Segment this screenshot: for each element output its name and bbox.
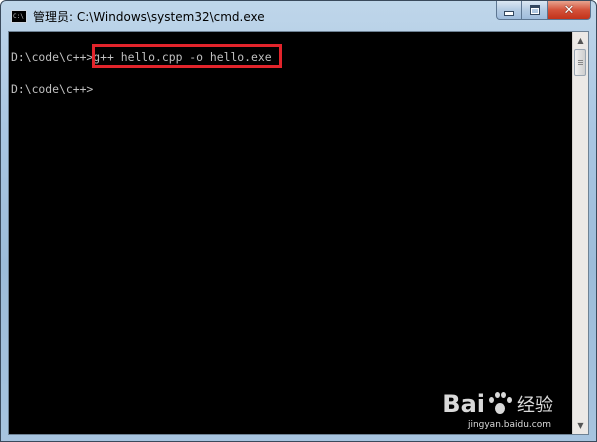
cmd-window: C:\ 管理员: C:\Windows\system32\cmd.exe ✕ D… xyxy=(0,0,597,442)
cmd-app-icon[interactable]: C:\ xyxy=(11,10,27,23)
title-bar[interactable]: C:\ 管理员: C:\Windows\system32\cmd.exe ✕ xyxy=(1,1,596,31)
console-output[interactable]: D:\code\c++>g++ hello.cpp -o hello.exe D… xyxy=(9,32,573,434)
scroll-down-button[interactable]: ▼ xyxy=(573,418,588,433)
console-line-2: D:\code\c++> xyxy=(11,83,93,96)
vertical-scrollbar[interactable]: ▲ ▼ xyxy=(572,32,588,434)
maximize-button[interactable] xyxy=(522,1,548,20)
thumb-grip-line xyxy=(578,60,583,61)
console-client-area: D:\code\c++>g++ hello.cpp -o hello.exe D… xyxy=(8,31,589,435)
watermark-sub-text: 经验 xyxy=(517,395,553,416)
close-icon: ✕ xyxy=(563,2,575,18)
thumb-grip-line xyxy=(578,64,583,65)
minimize-button[interactable] xyxy=(496,1,522,20)
close-button[interactable]: ✕ xyxy=(548,1,591,20)
scroll-thumb[interactable] xyxy=(574,49,586,76)
watermark-url: jingyan.baidu.com xyxy=(467,420,551,430)
scroll-up-button[interactable]: ▲ xyxy=(573,33,588,48)
thumb-grip-line xyxy=(578,62,583,63)
command-highlight-box xyxy=(92,44,282,68)
scroll-up-icon: ▲ xyxy=(577,35,584,45)
window-title: 管理员: C:\Windows\system32\cmd.exe xyxy=(33,10,265,24)
minimize-icon xyxy=(504,10,514,16)
watermark-brand-text: Bai xyxy=(442,390,485,418)
maximize-icon xyxy=(529,5,540,15)
scroll-down-icon: ▼ xyxy=(577,420,584,430)
console-prompt-1: D:\code\c++> xyxy=(11,50,94,64)
baidu-paw-icon xyxy=(486,391,512,417)
caption-buttons: ✕ xyxy=(496,1,591,20)
baidu-jingyan-watermark: Bai 经验 xyxy=(442,390,553,418)
console-prompt-2: D:\code\c++> xyxy=(11,82,94,96)
